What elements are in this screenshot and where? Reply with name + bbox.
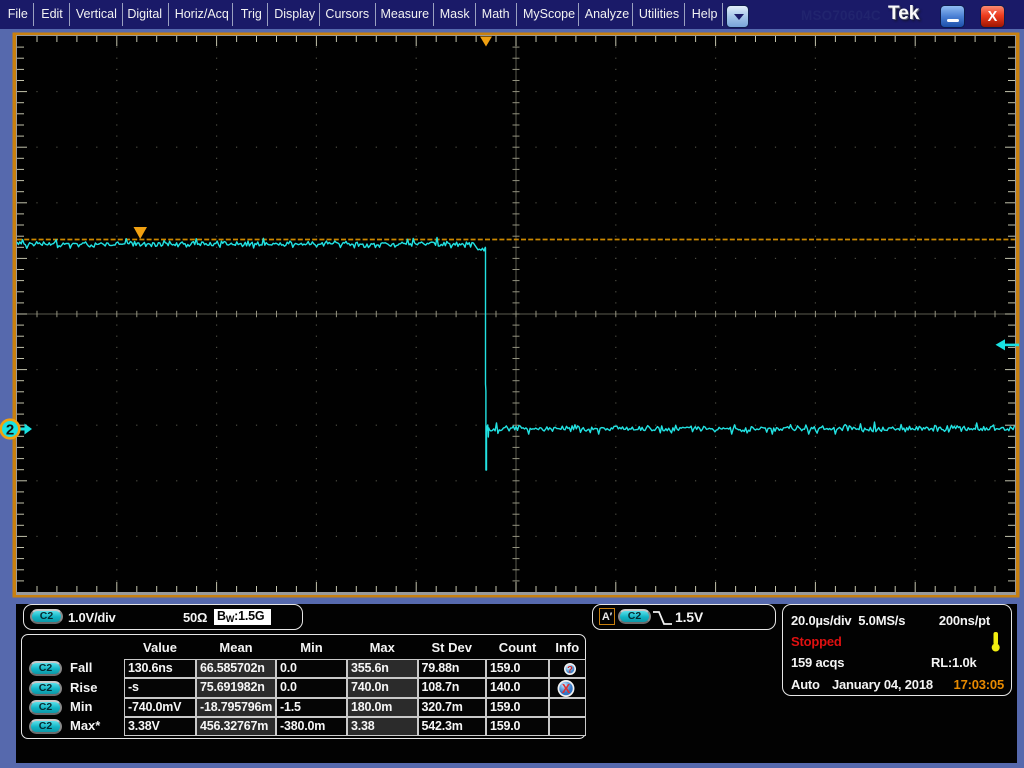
svg-text:?: ? [567,664,573,675]
svg-text:2: 2 [6,422,14,439]
svg-text:X: X [562,682,571,696]
